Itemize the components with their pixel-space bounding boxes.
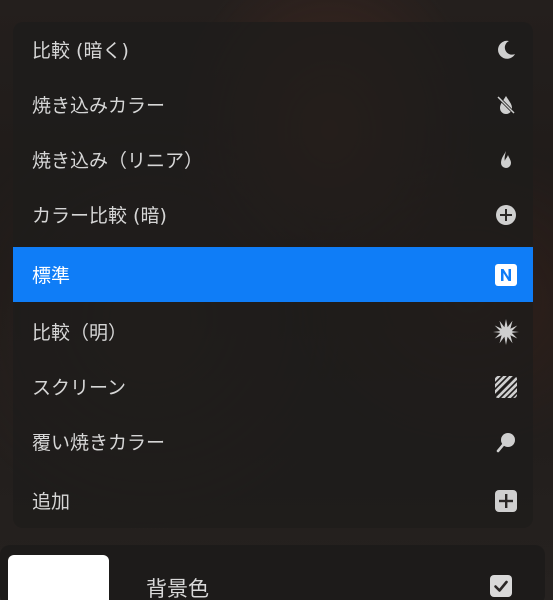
blend-item-darker-color[interactable]: カラー比較 (暗) [13, 187, 533, 242]
layer-thumbnail [8, 555, 109, 600]
blend-item-label: スクリーン [32, 377, 127, 399]
moon-icon [493, 37, 519, 63]
flame-icon [493, 147, 519, 173]
stripes-icon [493, 374, 519, 400]
layer-name: 背景色 [146, 577, 209, 600]
blend-item-add[interactable]: 追加 [13, 473, 533, 528]
blend-item-label: 焼き込みカラー [32, 95, 166, 117]
checkbox-checked-icon[interactable] [490, 575, 512, 597]
blend-item-color-burn[interactable]: 焼き込みカラー [13, 77, 533, 132]
blend-item-label: 比較（明） [32, 322, 128, 344]
dodge-tool-icon [493, 429, 519, 455]
blend-item-label: 覆い焼きカラー [32, 432, 166, 454]
blend-item-label: カラー比較 (暗) [32, 205, 167, 227]
background-color-layer[interactable]: 背景色 [0, 545, 545, 600]
starburst-icon [493, 318, 519, 345]
plus-circle-icon [493, 202, 519, 228]
blend-item-darken[interactable]: 比較 (暗く) [13, 22, 533, 77]
normal-n-icon [493, 262, 519, 288]
plus-square-icon [493, 488, 519, 514]
blend-item-label: 標準 [32, 265, 71, 287]
blend-mode-menu: 比較 (暗く) 焼き込みカラー 焼き込み（リニア） カラー比較 (暗) 標準 比… [13, 22, 533, 528]
burn-drop-icon [493, 92, 519, 118]
blend-item-label: 比較 (暗く) [32, 40, 129, 62]
blend-item-label: 焼き込み（リニア） [32, 150, 204, 172]
blend-item-label: 追加 [32, 491, 71, 513]
blend-item-color-dodge[interactable]: 覆い焼きカラー [13, 414, 533, 469]
blend-item-normal[interactable]: 標準 [13, 247, 533, 302]
blend-item-linear-burn[interactable]: 焼き込み（リニア） [13, 132, 533, 187]
blend-item-lighten[interactable]: 比較（明） [13, 304, 533, 359]
blend-item-screen[interactable]: スクリーン [13, 359, 533, 414]
